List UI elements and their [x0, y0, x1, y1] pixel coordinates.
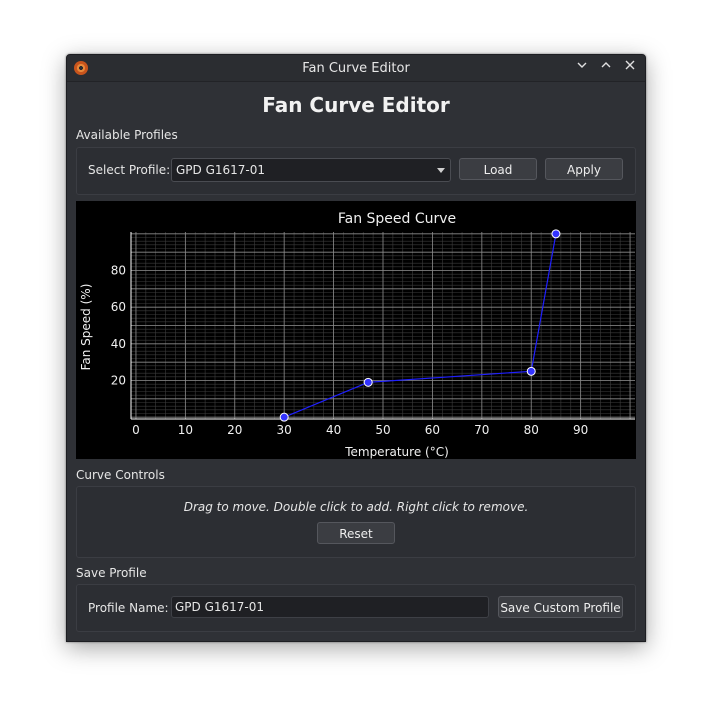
minimize-icon[interactable] [573, 59, 591, 77]
profiles-group: Select Profile: GPD G1617-01 Load Apply [76, 147, 636, 195]
title-bar[interactable]: Fan Curve Editor [67, 55, 645, 82]
save-custom-profile-button[interactable]: Save Custom Profile [498, 596, 623, 618]
profiles-section-label: Available Profiles [76, 128, 178, 142]
chart-title: Fan Speed Curve [338, 211, 456, 227]
curve-point-handle[interactable] [526, 366, 536, 376]
profile-name-field[interactable]: GPD G1617-01 [171, 596, 489, 618]
apply-button[interactable]: Apply [545, 158, 623, 180]
curve-hint-text: Drag to move. Double click to add. Right… [183, 500, 529, 514]
x-tick-label: 50 [375, 423, 390, 437]
reset-button[interactable]: Reset [317, 522, 395, 544]
chart-svg[interactable]: 0 10 20 30 40 50 60 70 80 90 20 40 60 80 Fan Speed Cu… [76, 201, 636, 459]
curve-point-handle[interactable] [363, 377, 373, 387]
y-tick-label: 80 [111, 264, 126, 278]
x-tick-label: 20 [227, 423, 242, 437]
window-title: Fan Curve Editor [302, 61, 410, 76]
fan-curve-chart[interactable]: 0 10 20 30 40 50 60 70 80 90 20 40 60 80 Fan Speed Cu… [76, 201, 636, 459]
y-tick-label: 20 [111, 374, 126, 388]
y-tick-label: 60 [111, 300, 126, 314]
y-axis-label: Fan Speed (%) [79, 284, 93, 371]
profile-name-label: Profile Name: [88, 601, 169, 615]
save-section-label: Save Profile [76, 566, 147, 580]
curve-point-handle[interactable] [551, 229, 561, 239]
profile-select[interactable]: GPD G1617-01 [171, 158, 451, 182]
x-tick-label: 0 [132, 423, 140, 437]
maximize-icon[interactable] [597, 59, 615, 77]
x-tick-label: 60 [425, 423, 440, 437]
x-tick-label: 70 [474, 423, 489, 437]
select-profile-label: Select Profile: [88, 163, 171, 177]
x-axis-label: Temperature (°C) [344, 445, 449, 459]
app-window: Fan Curve Editor Fan Curve Editor Availa… [66, 54, 646, 642]
controls-section-label: Curve Controls [76, 468, 165, 482]
chevron-down-icon [437, 168, 445, 173]
y-tick-label: 40 [111, 337, 126, 351]
save-group: Profile Name: GPD G1617-01 Save Custom P… [76, 584, 636, 632]
x-tick-label: 10 [178, 423, 193, 437]
x-tick-label: 40 [326, 423, 341, 437]
x-tick-label: 80 [524, 423, 539, 437]
close-icon[interactable] [621, 59, 639, 77]
page-title: Fan Curve Editor [262, 93, 450, 117]
profile-select-value: GPD G1617-01 [176, 163, 266, 177]
x-tick-label: 90 [573, 423, 588, 437]
load-button[interactable]: Load [459, 158, 537, 180]
controls-group: Drag to move. Double click to add. Right… [76, 486, 636, 558]
curve-point-handle[interactable] [279, 412, 289, 422]
x-tick-label: 30 [277, 423, 292, 437]
